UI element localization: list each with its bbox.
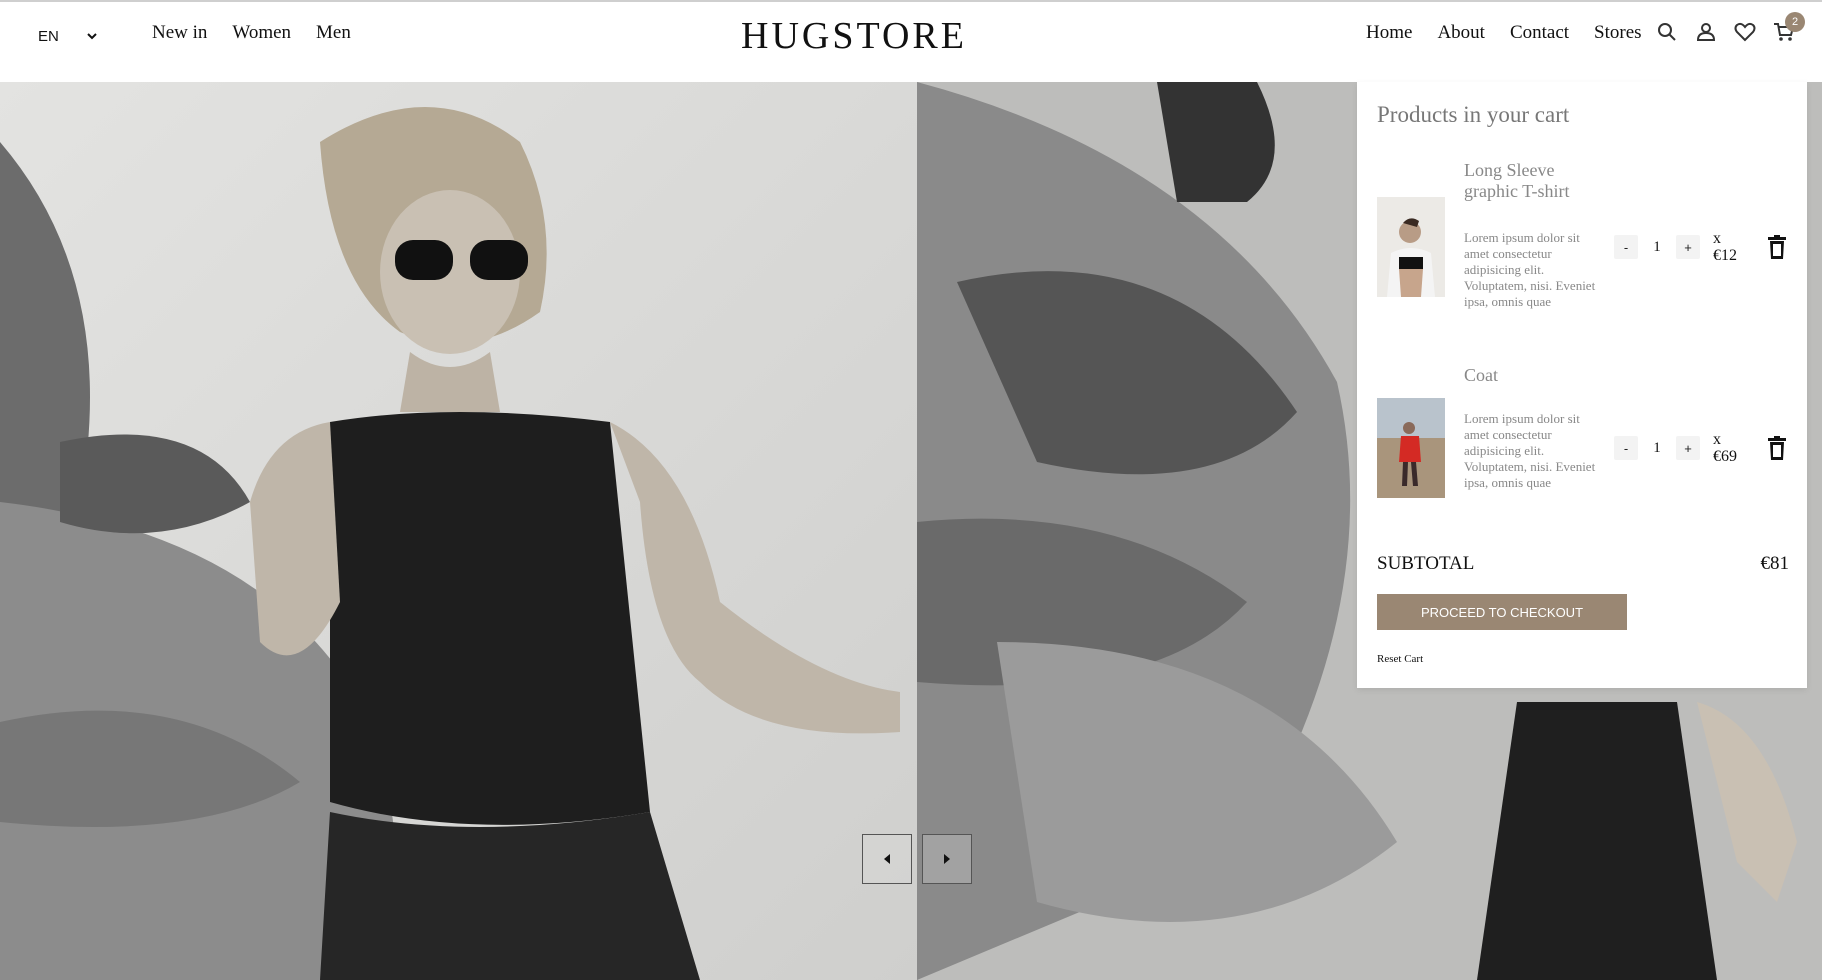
price-multiplier: x (1713, 431, 1721, 448)
quantity-decrease-button[interactable]: - (1614, 436, 1638, 460)
quantity-increase-button[interactable]: + (1676, 436, 1700, 460)
cart-item-description: Lorem ipsum dolor sit amet consectetur a… (1464, 411, 1596, 490)
arrow-right-icon (944, 854, 950, 864)
cart-item-description: Lorem ipsum dolor sit amet consectetur a… (1464, 230, 1596, 309)
quantity-increase-button[interactable]: + (1676, 235, 1700, 259)
reset-cart-link[interactable]: Reset Cart (1377, 653, 1423, 665)
price-value: €12 (1713, 247, 1737, 264)
price-value: €69 (1713, 448, 1737, 465)
cart-item: Coat Lorem ipsum dolor sit amet consecte… (1377, 365, 1797, 535)
quantity-value: 1 (1653, 439, 1661, 456)
nav-contact[interactable]: Contact (1510, 22, 1569, 44)
slider-next-button[interactable] (922, 834, 972, 884)
nav-about[interactable]: About (1437, 22, 1485, 44)
user-icon[interactable] (1695, 20, 1717, 44)
quantity-decrease-button[interactable]: - (1614, 235, 1638, 259)
nav-home[interactable]: Home (1366, 22, 1412, 44)
arrow-left-icon (884, 854, 890, 864)
secondary-nav: Home About Contact Stores (1366, 22, 1642, 44)
cart-item-price: x €12 (1713, 230, 1737, 264)
site-header: EN New in Women Men HUGSTORE Home About … (0, 2, 1822, 82)
slider-prev-button[interactable] (862, 834, 912, 884)
quantity-stepper: - 1 + (1614, 436, 1700, 460)
heart-icon[interactable] (1734, 20, 1756, 44)
cart-item-name[interactable]: Long Sleeve graphic T-shirt (1464, 160, 1604, 202)
quantity-stepper: - 1 + (1614, 235, 1700, 259)
cart-title: Products in your cart (1377, 102, 1570, 127)
cart-item-price: x €69 (1713, 431, 1737, 465)
nav-stores[interactable]: Stores (1594, 22, 1642, 44)
product-thumbnail[interactable] (1377, 398, 1445, 498)
product-thumbnail[interactable] (1377, 197, 1445, 297)
header-icons: 2 (1656, 12, 1805, 44)
hero-image-left (0, 82, 917, 980)
cart-item-name[interactable]: Coat (1464, 365, 1604, 386)
search-icon[interactable] (1656, 20, 1678, 44)
trash-icon[interactable] (1766, 234, 1788, 260)
subtotal-value: €81 (1760, 553, 1790, 574)
quantity-value: 1 (1653, 238, 1661, 255)
price-multiplier: x (1713, 230, 1721, 247)
subtotal-label: SUBTOTAL (1377, 553, 1475, 574)
proceed-to-checkout-button[interactable]: PROCEED TO CHECKOUT (1377, 594, 1627, 630)
cart-item: Long Sleeve graphic T-shirt Lorem ipsum … (1377, 160, 1797, 330)
cart-count-badge: 2 (1785, 12, 1805, 32)
trash-icon[interactable] (1766, 435, 1788, 461)
cart-dropdown: Products in your cart Long Sleeve graphi… (1357, 82, 1807, 688)
cart-icon[interactable]: 2 (1773, 12, 1805, 44)
